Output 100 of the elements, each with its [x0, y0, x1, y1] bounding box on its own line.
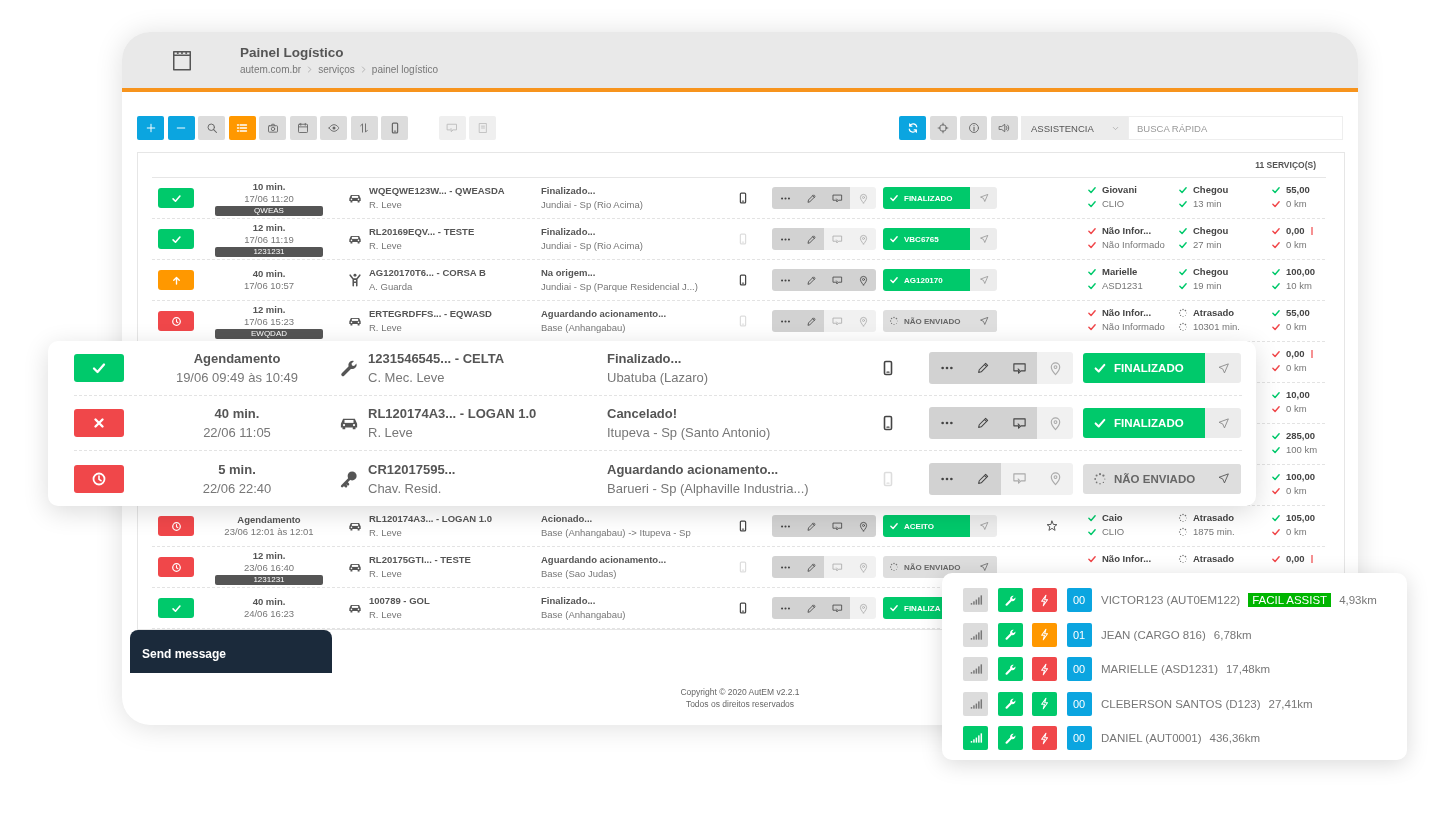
search-field[interactable]: BUSCA RÁPIDA [1128, 116, 1343, 140]
state-button[interactable]: ACEITO [883, 515, 970, 537]
spinner-icon [1178, 553, 1188, 564]
more-button[interactable] [772, 269, 798, 291]
check-icon [1087, 553, 1097, 564]
send-button[interactable] [1205, 353, 1241, 383]
status-button[interactable] [158, 270, 194, 290]
state-button[interactable]: NÃO ENVIADO [883, 556, 997, 578]
driver-name[interactable]: JEAN (CARGO 816) [1101, 628, 1206, 641]
more-button[interactable] [929, 407, 965, 439]
location-button[interactable] [1037, 407, 1073, 439]
location-button[interactable] [850, 269, 876, 291]
send-button[interactable] [970, 187, 997, 209]
more-button[interactable] [772, 310, 798, 332]
location-button[interactable] [850, 515, 876, 537]
message-button[interactable] [1001, 462, 1037, 495]
status-button[interactable] [158, 516, 194, 536]
edit-button[interactable] [798, 556, 824, 578]
more-button[interactable] [772, 597, 798, 619]
status-button[interactable] [158, 229, 194, 249]
more-button[interactable] [772, 556, 798, 578]
spinner-icon [889, 562, 899, 572]
message-button[interactable] [1001, 407, 1037, 439]
breadcrumb-link[interactable]: painel logístico [371, 64, 438, 75]
arrival-text: Chegou [1193, 266, 1229, 277]
remove-button[interactable] [167, 116, 195, 140]
service-title: ERTEGRDFFS... - EQWASD [369, 307, 492, 321]
filter-select[interactable]: ASSISTENCIA [1021, 116, 1128, 140]
camera-button[interactable] [259, 116, 286, 140]
driver-name[interactable]: MARIELLE (ASD1231) [1101, 663, 1218, 676]
status-button[interactable] [74, 354, 124, 382]
locate-button[interactable] [929, 116, 957, 140]
datetime-text: 22/06 22:40 [202, 479, 272, 498]
location-button[interactable] [1037, 462, 1073, 495]
driver-text: CLIO [1102, 198, 1125, 209]
list-view-button[interactable] [228, 116, 256, 140]
datetime-text: 17/06 10:57 [243, 280, 295, 292]
distance-text: 17,48km [1225, 663, 1271, 676]
location-button[interactable] [850, 187, 876, 209]
info-button[interactable] [960, 116, 987, 140]
message-button[interactable] [1001, 352, 1037, 384]
location-button[interactable] [850, 556, 876, 578]
view-button[interactable] [320, 116, 347, 140]
state-button[interactable]: NÃO ENVIADO [883, 310, 997, 332]
state-button[interactable]: NÃO ENVIADO [1083, 463, 1241, 494]
check-icon [1178, 225, 1188, 236]
status-button[interactable] [158, 598, 194, 618]
spinner-icon [1178, 321, 1188, 332]
send-button[interactable] [970, 515, 997, 537]
message-button[interactable] [824, 597, 850, 619]
send-button[interactable] [1205, 408, 1241, 438]
send-button[interactable] [970, 228, 997, 250]
phone-button[interactable] [381, 116, 408, 140]
service-count: 11 SERVIÇO(S) [1255, 160, 1316, 170]
datetime-text: 17/06 11:19 [244, 233, 294, 246]
check-icon [1178, 239, 1188, 250]
breadcrumb-link[interactable]: autem.com.br [240, 64, 302, 75]
wrench-icon [1003, 662, 1017, 676]
location-button[interactable] [850, 310, 876, 332]
breadcrumb-link[interactable]: serviços [318, 64, 355, 75]
stage-text: Aguardando acionamento... [541, 307, 667, 321]
pencil-icon [976, 471, 990, 486]
check-icon [1093, 361, 1107, 375]
more-button[interactable] [929, 352, 965, 384]
status-button[interactable] [158, 188, 194, 208]
refresh-button[interactable] [899, 116, 926, 140]
calendar-button[interactable] [289, 116, 317, 140]
driver-name[interactable]: DANIEL (AUT0001) [1101, 732, 1202, 745]
edit-button[interactable] [798, 228, 824, 250]
driver-name[interactable]: CLEBERSON SANTOS (D123) [1101, 697, 1261, 710]
status-button[interactable] [74, 409, 124, 437]
check-icon [1271, 430, 1281, 441]
driver-text: CLIO [1102, 526, 1125, 537]
status-button[interactable] [74, 464, 124, 493]
send-message-bar[interactable]: Send message [130, 630, 332, 673]
driver-name[interactable]: VICTOR123 (AUT0EM122) [1101, 594, 1241, 607]
more-button[interactable] [772, 228, 798, 250]
location-button[interactable] [850, 597, 876, 619]
location-button[interactable] [850, 228, 876, 250]
chat-icon [831, 233, 843, 245]
chevron-right-icon [305, 65, 315, 74]
sound-button[interactable] [990, 116, 1018, 140]
search-button[interactable] [198, 116, 225, 140]
more-button[interactable] [772, 187, 798, 209]
send-button[interactable] [970, 269, 997, 291]
service-title: WQEQWE123W... - QWEASDA [369, 184, 505, 198]
more-button[interactable] [929, 462, 965, 495]
signal-icon [968, 627, 983, 642]
distance-text: 6,78km [1213, 628, 1252, 641]
status-button[interactable] [158, 311, 194, 331]
location-button[interactable] [1037, 352, 1073, 384]
edit-button[interactable] [798, 310, 824, 332]
status-button[interactable] [158, 557, 194, 577]
check-icon [1271, 471, 1281, 482]
edit-button[interactable] [965, 462, 1001, 495]
add-button[interactable] [137, 116, 164, 140]
pencil-icon [805, 315, 817, 327]
sort-button[interactable] [350, 116, 378, 140]
message-button[interactable] [824, 187, 850, 209]
more-button[interactable] [772, 515, 798, 537]
